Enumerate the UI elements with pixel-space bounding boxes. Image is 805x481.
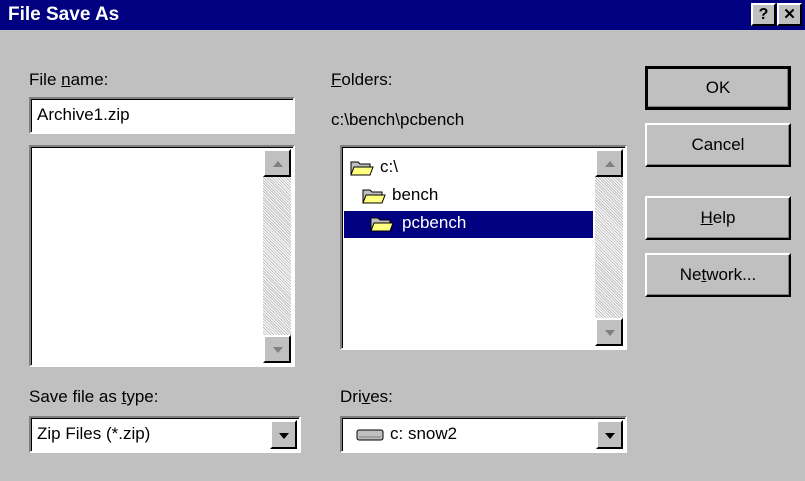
- file-name-input[interactable]: Archive1.zip: [29, 97, 295, 134]
- hard-drive-icon: [356, 429, 384, 441]
- scroll-down-arrow-icon: [605, 330, 615, 336]
- drives-dropdown-button[interactable]: [596, 420, 623, 449]
- cancel-button[interactable]: Cancel: [645, 123, 791, 167]
- folder-tree-scrollbar[interactable]: [595, 149, 623, 346]
- dialog-title: File Save As: [8, 4, 120, 25]
- drives-select[interactable]: c: snow2: [340, 416, 627, 453]
- scroll-up-arrow-icon: [605, 161, 615, 167]
- network-button[interactable]: Network...: [645, 253, 791, 297]
- open-folder-icon: [370, 217, 394, 232]
- chevron-down-icon: [279, 433, 289, 439]
- help-title-button[interactable]: ?: [751, 3, 776, 26]
- file-list-scrollbar[interactable]: [263, 149, 291, 363]
- title-bar[interactable]: File Save As ? ✕: [0, 0, 805, 30]
- save-type-label: Save file as type:: [29, 387, 159, 406]
- current-folder-path: c:\bench\pcbench: [331, 110, 465, 129]
- folder-tree-scroll-up-button[interactable]: [595, 149, 623, 177]
- help-button-label: Help: [700, 208, 736, 227]
- question-mark-icon: ?: [758, 6, 769, 23]
- open-folder-icon: [350, 161, 374, 176]
- chevron-down-icon: [605, 433, 615, 439]
- file-name-label: File name:: [29, 70, 109, 89]
- scroll-down-arrow-icon: [273, 347, 283, 353]
- ok-button[interactable]: OK: [645, 66, 791, 110]
- save-type-select[interactable]: Zip Files (*.zip): [29, 416, 301, 453]
- close-button[interactable]: ✕: [777, 3, 802, 26]
- file-list-scroll-up-button[interactable]: [263, 149, 291, 177]
- folder-item-pcbench[interactable]: pcbench: [344, 211, 593, 238]
- folder-tree-scroll-down-button[interactable]: [595, 318, 623, 346]
- save-type-dropdown-button[interactable]: [270, 420, 297, 449]
- file-list[interactable]: [29, 145, 295, 367]
- network-button-label: Network...: [679, 265, 757, 284]
- drives-label: Drives:: [340, 387, 393, 406]
- folders-label: Folders:: [331, 70, 393, 89]
- folder-tree[interactable]: c:\ bench pcbench: [340, 145, 627, 350]
- file-save-as-dialog: File Save As ? ✕ File name: Archive1.zip…: [0, 0, 805, 481]
- open-folder-icon: [362, 189, 386, 204]
- file-list-scroll-down-button[interactable]: [263, 335, 291, 363]
- close-icon: ✕: [783, 6, 796, 23]
- scroll-up-arrow-icon: [273, 161, 283, 167]
- help-button[interactable]: Help: [645, 196, 791, 240]
